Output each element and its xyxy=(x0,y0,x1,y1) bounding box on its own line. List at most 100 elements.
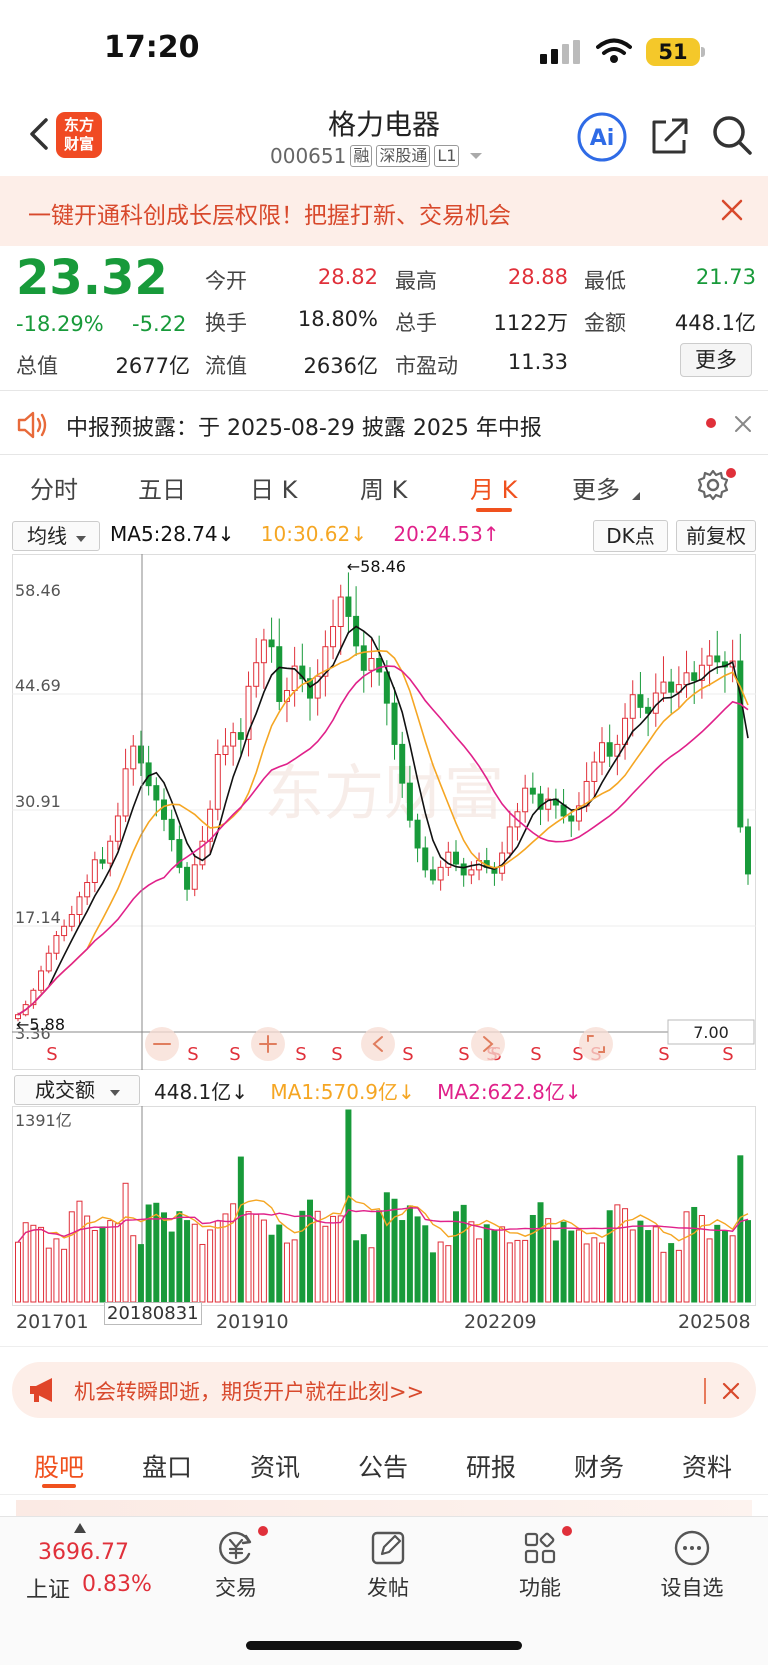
volume-bar xyxy=(568,1230,575,1303)
volume-bar xyxy=(353,1240,360,1303)
share-icon[interactable] xyxy=(648,114,692,158)
tab-weekly-k[interactable]: 周 K xyxy=(360,470,407,505)
volume-bar xyxy=(207,1229,214,1303)
stock-code: 000651 xyxy=(270,144,347,168)
close-icon[interactable] xyxy=(718,196,746,224)
tab-more[interactable]: 更多 xyxy=(572,470,620,505)
section-tab-finance[interactable]: 财务 xyxy=(574,1448,624,1484)
dk-signal-marker: S xyxy=(530,1044,541,1065)
candle-body xyxy=(745,826,751,875)
volume-bar xyxy=(537,1202,544,1303)
close-icon[interactable] xyxy=(732,413,754,435)
search-icon[interactable] xyxy=(710,113,754,157)
dk-signal-marker: S xyxy=(658,1044,669,1065)
svg-text:Ai: Ai xyxy=(590,126,615,151)
nav-trade-label[interactable]: 交易 xyxy=(186,1572,286,1602)
adjust-button[interactable]: 前复权 xyxy=(676,520,756,552)
zoom-in-icon[interactable] xyxy=(251,1027,285,1061)
volume-bar xyxy=(376,1210,383,1303)
x-tick-label: 201910 xyxy=(216,1311,289,1333)
gear-icon[interactable] xyxy=(696,468,730,502)
nav-functions-label[interactable]: 功能 xyxy=(490,1572,590,1602)
tab-intraday[interactable]: 分时 xyxy=(30,470,78,505)
section-active-indicator xyxy=(42,1484,76,1488)
dk-signal-marker: S xyxy=(402,1044,413,1065)
zoom-out-icon[interactable] xyxy=(145,1027,179,1061)
promo-text[interactable]: 一键开通科创成长层权限！把握打新、交易机会 xyxy=(28,196,511,230)
volume-bar xyxy=(91,1230,98,1303)
y-tick-label: 58.46 xyxy=(15,581,61,600)
ma-select-label: 均线 xyxy=(27,524,67,548)
dk-signal-button[interactable]: DK点 xyxy=(593,520,668,552)
stock-code-row[interactable]: 000651 融 深股通 L1 xyxy=(270,144,483,168)
volume-bar xyxy=(122,1182,129,1303)
volume-bar xyxy=(429,1252,436,1303)
tab-monthly-k[interactable]: 月 K xyxy=(470,470,517,505)
amount-label: 金额 xyxy=(584,311,626,335)
tab-active-indicator xyxy=(476,508,512,512)
volume-bar xyxy=(268,1234,275,1303)
candle-body xyxy=(714,655,721,663)
index-change-pct[interactable]: 0.83% xyxy=(82,1572,152,1597)
close-icon[interactable] xyxy=(720,1380,742,1402)
volume-bar xyxy=(652,1226,659,1303)
tag-margin: 融 xyxy=(350,145,373,167)
volume-bar xyxy=(706,1238,713,1303)
candle-body xyxy=(460,863,467,876)
section-tab-announcements[interactable]: 公告 xyxy=(358,1448,408,1484)
volume-chart[interactable]: 1391亿 xyxy=(12,1106,756,1306)
pan-left-icon[interactable] xyxy=(361,1027,395,1061)
mktcap-value: 2677亿 xyxy=(115,354,190,378)
more-quote-button[interactable]: 更多 xyxy=(680,343,752,377)
volume-bar xyxy=(483,1224,490,1303)
more-dots-icon[interactable] xyxy=(672,1528,712,1568)
index-value[interactable]: 3696.77 xyxy=(38,1540,129,1565)
section-tab-guba[interactable]: 股吧 xyxy=(34,1448,84,1484)
index-name[interactable]: 上证 xyxy=(26,1572,70,1604)
turnover-value: 18.80% xyxy=(297,307,378,331)
mktcap-label: 总值 xyxy=(16,354,58,378)
section-tab-profile[interactable]: 资料 xyxy=(682,1448,732,1484)
candle-body xyxy=(429,869,436,881)
ma-select[interactable]: 均线 xyxy=(12,521,100,551)
pan-right-icon[interactable] xyxy=(471,1027,505,1061)
volume-bar xyxy=(675,1249,682,1303)
volume-bar xyxy=(391,1198,398,1303)
ad-text[interactable]: 机会转瞬即逝，期货开户就在此刻>> xyxy=(74,1376,424,1406)
y-tick-label: 30.91 xyxy=(15,792,61,811)
section-tab-news[interactable]: 资讯 xyxy=(250,1448,300,1484)
volume-bar xyxy=(476,1238,483,1303)
dk-signal-marker: S xyxy=(46,1044,57,1065)
grid-apps-icon[interactable] xyxy=(520,1528,560,1568)
volume-label: 总手 xyxy=(395,311,437,335)
caret-down-icon xyxy=(110,1090,120,1096)
section-tab-research[interactable]: 研报 xyxy=(466,1448,516,1484)
megaphone-icon xyxy=(30,1378,52,1402)
nav-post-label[interactable]: 发帖 xyxy=(338,1572,438,1602)
status-time: 17:20 xyxy=(104,30,200,65)
nav-watchlist-label[interactable]: 设自选 xyxy=(642,1572,742,1602)
candle-body xyxy=(668,681,675,693)
edit-post-icon[interactable] xyxy=(368,1528,408,1568)
tab-five-day[interactable]: 五日 xyxy=(138,470,186,505)
candle-body xyxy=(161,799,167,820)
volume-indicator-select[interactable]: 成交额 xyxy=(14,1075,140,1105)
volume-bar xyxy=(445,1245,452,1303)
candle-body xyxy=(268,639,275,648)
open-label: 今开 xyxy=(205,269,247,293)
volume-bar xyxy=(522,1239,529,1303)
volume-bar xyxy=(260,1219,267,1303)
yen-exchange-icon[interactable] xyxy=(216,1528,256,1568)
volume-bar xyxy=(199,1243,206,1303)
kline-chart[interactable]: 58.4644.6930.9117.143.36东方财富←58.46←5.88 7… xyxy=(12,554,756,1070)
volume-bar xyxy=(383,1192,390,1303)
section-tab-orderbook[interactable]: 盘口 xyxy=(142,1448,192,1484)
notice-text[interactable]: 中报预披露：于 2025-08-29 披露 2025 年中报 xyxy=(66,410,542,442)
dk-signal-marker: S xyxy=(187,1044,198,1065)
fullscreen-icon[interactable] xyxy=(579,1027,613,1061)
high-label: 最高 xyxy=(395,269,437,293)
float-label: 流值 xyxy=(205,354,247,378)
candle-body xyxy=(130,745,137,770)
ai-assistant-icon[interactable]: Ai xyxy=(576,111,628,163)
tab-daily-k[interactable]: 日 K xyxy=(250,470,297,505)
